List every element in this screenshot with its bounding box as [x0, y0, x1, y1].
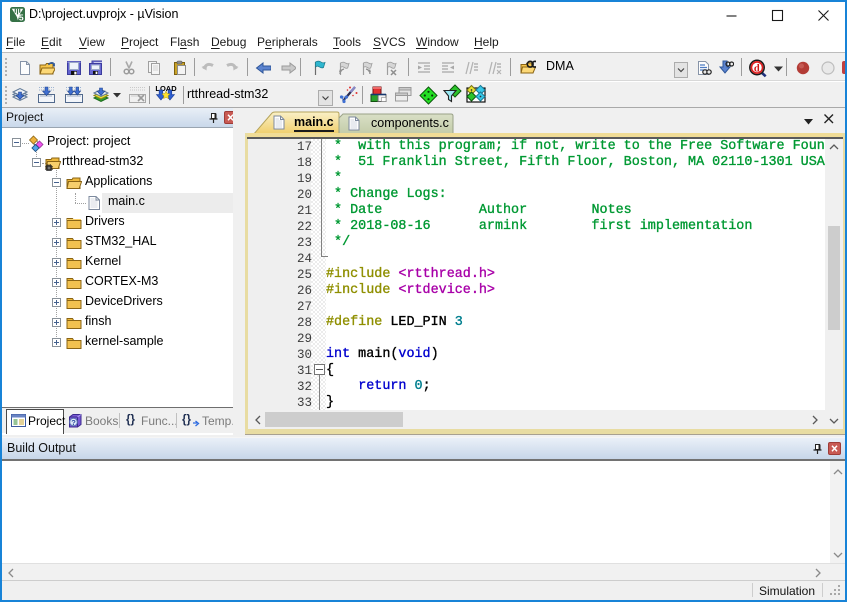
- svg-text:5: 5: [19, 13, 24, 22]
- svg-text:d: d: [754, 63, 760, 74]
- svg-text:?: ?: [71, 418, 76, 427]
